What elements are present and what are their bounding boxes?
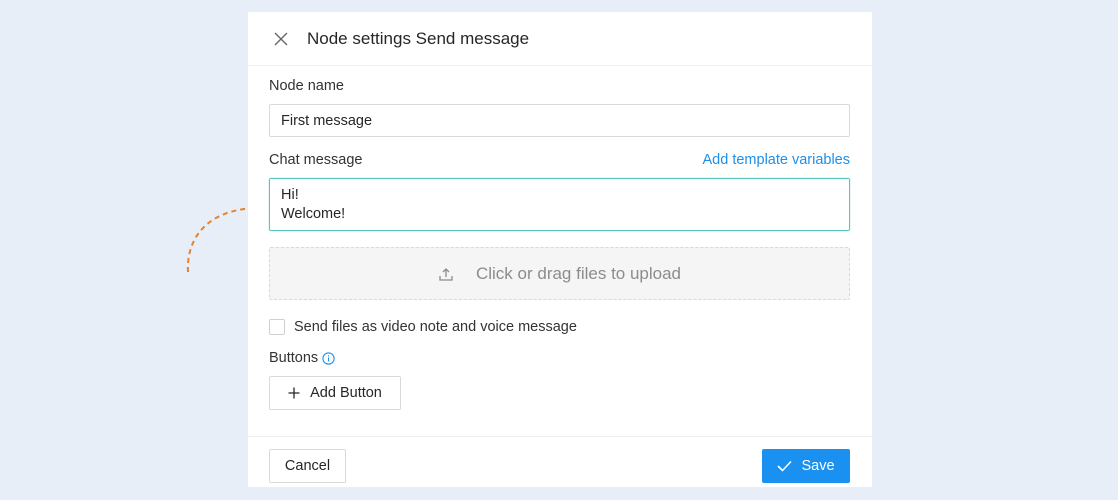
cancel-button-label: Cancel <box>284 458 331 474</box>
upload-icon <box>438 266 454 282</box>
dialog-body: Node name Chat message Add template vari… <box>248 78 872 410</box>
chat-message-input[interactable] <box>269 178 850 231</box>
chat-message-label: Chat message <box>269 152 363 168</box>
add-button[interactable]: Add Button <box>269 376 401 410</box>
video-note-checkbox-label[interactable]: Send files as video note and voice messa… <box>294 319 577 335</box>
add-template-variables-link[interactable]: Add template variables <box>703 152 851 168</box>
node-name-input[interactable] <box>269 104 850 137</box>
close-icon[interactable] <box>273 31 289 47</box>
save-button[interactable]: Save <box>762 449 850 483</box>
node-name-label: Node name <box>269 78 344 94</box>
dialog-header: Node settings Send message <box>248 12 872 66</box>
cancel-button[interactable]: Cancel <box>269 449 346 483</box>
save-button-label: Save <box>801 458 835 474</box>
buttons-label: Buttons <box>269 350 319 366</box>
info-icon[interactable] <box>322 351 335 365</box>
dialog-footer: Cancel Save <box>248 436 872 488</box>
check-icon <box>777 460 793 472</box>
buttons-section-label: Buttons <box>269 350 850 366</box>
node-settings-dialog: Node settings Send message Node name Cha… <box>248 12 872 487</box>
video-note-checkbox[interactable] <box>269 319 285 335</box>
upload-text: Click or drag files to upload <box>475 263 682 283</box>
file-upload-dropzone[interactable]: Click or drag files to upload <box>269 247 850 300</box>
chat-message-label-row: Chat message Add template variables <box>269 152 850 168</box>
add-button-label: Add Button <box>310 385 382 401</box>
video-note-option: Send files as video note and voice messa… <box>269 319 850 335</box>
plus-icon <box>288 387 300 399</box>
dialog-title: Node settings Send message <box>307 28 530 48</box>
